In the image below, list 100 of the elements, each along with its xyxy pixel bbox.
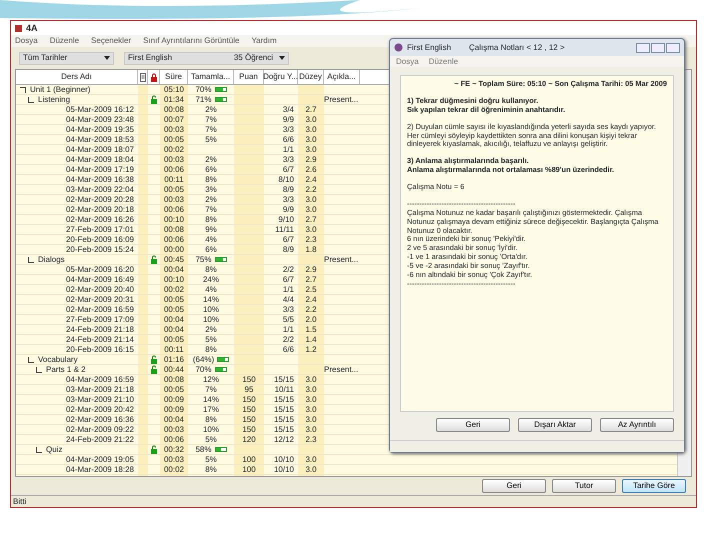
table-cell: 20-Feb-2009 15:24 (66, 245, 134, 255)
app-icon (394, 43, 403, 52)
table-cell: 8/9 (282, 245, 294, 255)
table-cell: 7% (205, 205, 217, 215)
table-cell: 04-Mar-2009 18:53 (66, 135, 134, 145)
table-cell: 4/4 (282, 295, 294, 305)
table-cell: 9/9 (282, 115, 294, 125)
button[interactable]: Geri (482, 479, 546, 493)
button[interactable]: Tutor (552, 479, 616, 493)
table-cell: 17% (202, 405, 219, 415)
table-cell: 00:06 (164, 205, 184, 215)
table-cell: 00:06 (164, 235, 184, 245)
table-cell: 95 (244, 385, 254, 395)
table-cell: 04-Mar-2009 23:48 (66, 115, 134, 125)
dropdown[interactable]: First English 35 Öğrenci (124, 52, 289, 64)
table-cell: 2% (205, 105, 217, 115)
table-cell: 00:04 (164, 325, 184, 335)
table-cell: 8% (205, 265, 217, 275)
window-title: 4A (26, 22, 38, 34)
table-cell: 15/15 (274, 425, 294, 435)
column-header[interactable]: Tamamla... (188, 70, 234, 84)
tree-item[interactable]: Vocabulary (38, 355, 78, 365)
table-cell: 6/7 (282, 235, 294, 245)
column-header[interactable]: Puan (234, 70, 264, 84)
table-cell: 5% (205, 135, 217, 145)
table-cell: 00:32 (164, 445, 184, 455)
table-cell: 6% (205, 245, 217, 255)
table-cell: 00:02 (164, 285, 184, 295)
table-cell: 2/2 (282, 265, 294, 275)
app-icon (14, 24, 23, 32)
table-cell: 2.2 (305, 185, 317, 195)
table-cell: 4% (205, 235, 217, 245)
maximize-button[interactable] (651, 42, 665, 52)
menu-item[interactable]: Yardım (251, 36, 277, 46)
table-cell: 14% (202, 295, 219, 305)
table-cell: 10/10 (274, 465, 294, 475)
tree-item[interactable]: Listening (38, 95, 70, 105)
table-cell: 2.3 (305, 235, 317, 245)
table-cell: 150 (242, 405, 256, 415)
menu-item[interactable]: Seçenekler (91, 36, 132, 46)
table-cell: 3.0 (305, 425, 317, 435)
table-cell: 02-Mar-2009 20:42 (66, 405, 134, 415)
table-cell: 04-Mar-2009 18:28 (66, 465, 134, 475)
table-cell: 71% (195, 95, 212, 105)
table-cell: 3.0 (305, 205, 317, 215)
menu-item[interactable]: Dosya (396, 56, 419, 66)
table-cell: 5% (205, 455, 217, 465)
table-cell: 10% (202, 315, 219, 325)
column-header[interactable]: Süre (160, 70, 188, 84)
table-cell: 3.0 (305, 455, 317, 465)
table-cell: 11/11 (275, 225, 294, 235)
table-cell: 04-Mar-2009 17:19 (66, 165, 134, 175)
column-header[interactable]: Ders Adı (16, 70, 138, 84)
table-cell: 03-Mar-2009 22:04 (66, 185, 134, 195)
table-cell: 10/10 (274, 455, 294, 465)
tree-item[interactable]: Quiz (46, 445, 62, 455)
table-cell: 8/10 (278, 175, 294, 185)
table-cell: 00:04 (164, 415, 184, 425)
table-cell: 2.4 (305, 175, 317, 185)
table-cell: 02-Mar-2009 20:31 (66, 295, 134, 305)
table-cell: 9/9 (282, 205, 294, 215)
button[interactable]: Geri (436, 418, 510, 432)
button[interactable]: Tarihe Göre (622, 479, 686, 493)
tree-item[interactable]: Parts 1 & 2 (46, 365, 86, 375)
table-cell: 00:45 (164, 255, 184, 265)
tree-item[interactable]: Dialogs (38, 255, 65, 265)
menu-item[interactable]: Düzenle (50, 36, 80, 46)
table-cell: 04-Mar-2009 16:59 (66, 375, 134, 385)
table-cell: 2.7 (305, 275, 317, 285)
table-cell: 00:10 (164, 275, 184, 285)
menu-item[interactable]: Dosya (15, 36, 38, 46)
table-cell: 100 (242, 455, 256, 465)
table-cell: 150 (242, 395, 256, 405)
table-cell: 8% (205, 215, 217, 225)
table-cell: 00:02 (164, 145, 184, 155)
table-cell: 04-Mar-2009 19:35 (66, 125, 134, 135)
table-cell: 1.8 (305, 245, 317, 255)
table-cell: 00:00 (164, 245, 184, 255)
tree-branch-icon (36, 446, 42, 453)
table-cell: 00:03 (164, 195, 184, 205)
menu-item[interactable]: Sınıf Ayrıntılarını Görüntüle (143, 36, 240, 46)
button[interactable]: Az Ayrıntılı (600, 418, 674, 432)
table-cell: 00:05 (164, 305, 184, 315)
menu-item[interactable]: Düzenle (428, 56, 458, 66)
table-cell: 00:11 (164, 345, 184, 355)
table-cell: 3.0 (305, 115, 317, 125)
minimize-button[interactable] (636, 42, 650, 52)
table-cell: 4% (205, 285, 217, 295)
column-header[interactable]: Düzey (298, 70, 324, 84)
table-cell: 7% (205, 125, 217, 135)
table-cell: 3/3 (282, 155, 294, 165)
close-button[interactable] (666, 42, 680, 52)
table-cell: 2.5 (305, 285, 317, 295)
table-cell: Present... (324, 95, 358, 105)
tree-item[interactable]: Unit 1 (Beginner) (30, 85, 90, 95)
table-cell: 1.4 (305, 335, 317, 345)
button[interactable]: Dışarı Aktar (518, 418, 592, 432)
column-header[interactable]: Doğru Y... (264, 70, 298, 84)
column-header[interactable]: Açıkla... (324, 70, 360, 84)
dropdown[interactable]: Tüm Tarihler (19, 52, 114, 64)
